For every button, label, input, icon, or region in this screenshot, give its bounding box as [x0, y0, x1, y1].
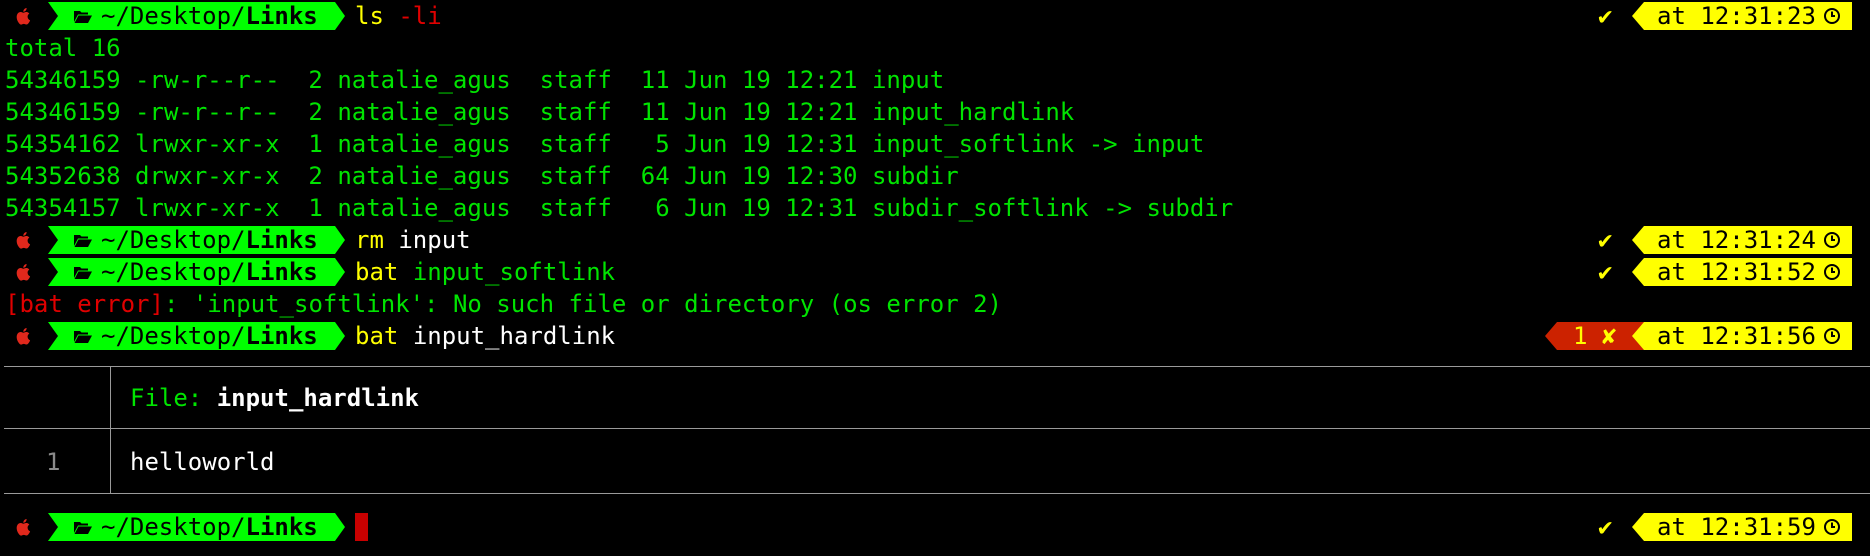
clock-icon — [1823, 327, 1841, 345]
success-check-icon: ✔ — [1598, 226, 1613, 254]
prompt-path: ~/Desktop/Links — [101, 258, 318, 286]
ls-row: 54352638 drwxr-xr-x 2 natalie_agus staff… — [5, 162, 959, 190]
text-cursor[interactable] — [355, 513, 368, 541]
timestamp: at 12:31:52 — [1657, 258, 1816, 286]
success-check-icon: ✔ — [1598, 258, 1613, 286]
folder-open-icon — [73, 9, 93, 24]
command: rm input — [355, 226, 471, 254]
prompt-line: ~/Desktop/Links bat input_hardlink 1 ✘ a… — [0, 320, 1870, 352]
timestamp: at 12:31:23 — [1657, 2, 1816, 30]
prompt-path: ~/Desktop/Links — [101, 226, 318, 254]
timestamp: at 12:31:59 — [1657, 513, 1816, 541]
command: bat input_hardlink — [355, 322, 616, 350]
prompt-line: ~/Desktop/Links ls -li ✔ at 12:31:23 — [0, 0, 1870, 32]
prompt-line: ~/Desktop/Links rm input ✔ at 12:31:24 — [0, 224, 1870, 256]
exit-code: 1 ✘ — [1573, 322, 1617, 350]
terminal-window[interactable]: ~/Desktop/Links ls -li ✔ at 12:31:23 tot… — [0, 0, 1870, 556]
bat-error-message: [bat error]: 'input_softlink': No such f… — [5, 290, 1003, 318]
clock-icon — [1823, 231, 1841, 249]
apple-icon — [14, 517, 34, 537]
bat-frame-gutter-rule — [110, 366, 111, 428]
ls-row: 54354162 lrwxr-xr-x 1 natalie_agus staff… — [5, 130, 1205, 158]
apple-icon — [14, 326, 34, 346]
folder-open-icon — [73, 329, 93, 344]
prompt-path: ~/Desktop/Links — [101, 322, 318, 350]
prompt-path: ~/Desktop/Links — [101, 2, 318, 30]
folder-open-icon — [73, 265, 93, 280]
folder-open-icon — [73, 233, 93, 248]
folder-open-icon — [73, 520, 93, 535]
apple-icon — [14, 6, 34, 26]
clock-icon — [1823, 518, 1841, 536]
command: bat input_softlink — [355, 258, 616, 286]
apple-icon — [14, 230, 34, 250]
success-check-icon: ✔ — [1598, 513, 1613, 541]
ls-row: 54346159 -rw-r--r-- 2 natalie_agus staff… — [5, 98, 1075, 126]
bat-file-header: File: input_hardlink — [130, 384, 419, 412]
prompt-path: ~/Desktop/Links — [101, 513, 318, 541]
file-content-line: helloworld — [130, 448, 275, 476]
timestamp: at 12:31:56 — [1657, 322, 1816, 350]
clock-icon — [1823, 263, 1841, 281]
success-check-icon: ✔ — [1598, 2, 1613, 30]
clock-icon — [1823, 7, 1841, 25]
timestamp: at 12:31:24 — [1657, 226, 1816, 254]
prompt-line: ~/Desktop/Links ✔ at 12:31:59 — [0, 511, 1870, 543]
bat-frame-bottom-rule — [4, 493, 1870, 494]
apple-icon — [14, 262, 34, 282]
ls-row: 54354157 lrwxr-xr-x 1 natalie_agus staff… — [5, 194, 1234, 222]
ls-total: total 16 — [5, 34, 121, 62]
bat-frame-mid-rule — [4, 428, 1870, 429]
bat-frame-top-rule — [4, 366, 1870, 367]
prompt-line: ~/Desktop/Links bat input_softlink ✔ at … — [0, 256, 1870, 288]
command: ls -li — [355, 2, 442, 30]
ls-row: 54346159 -rw-r--r-- 2 natalie_agus staff… — [5, 66, 945, 94]
